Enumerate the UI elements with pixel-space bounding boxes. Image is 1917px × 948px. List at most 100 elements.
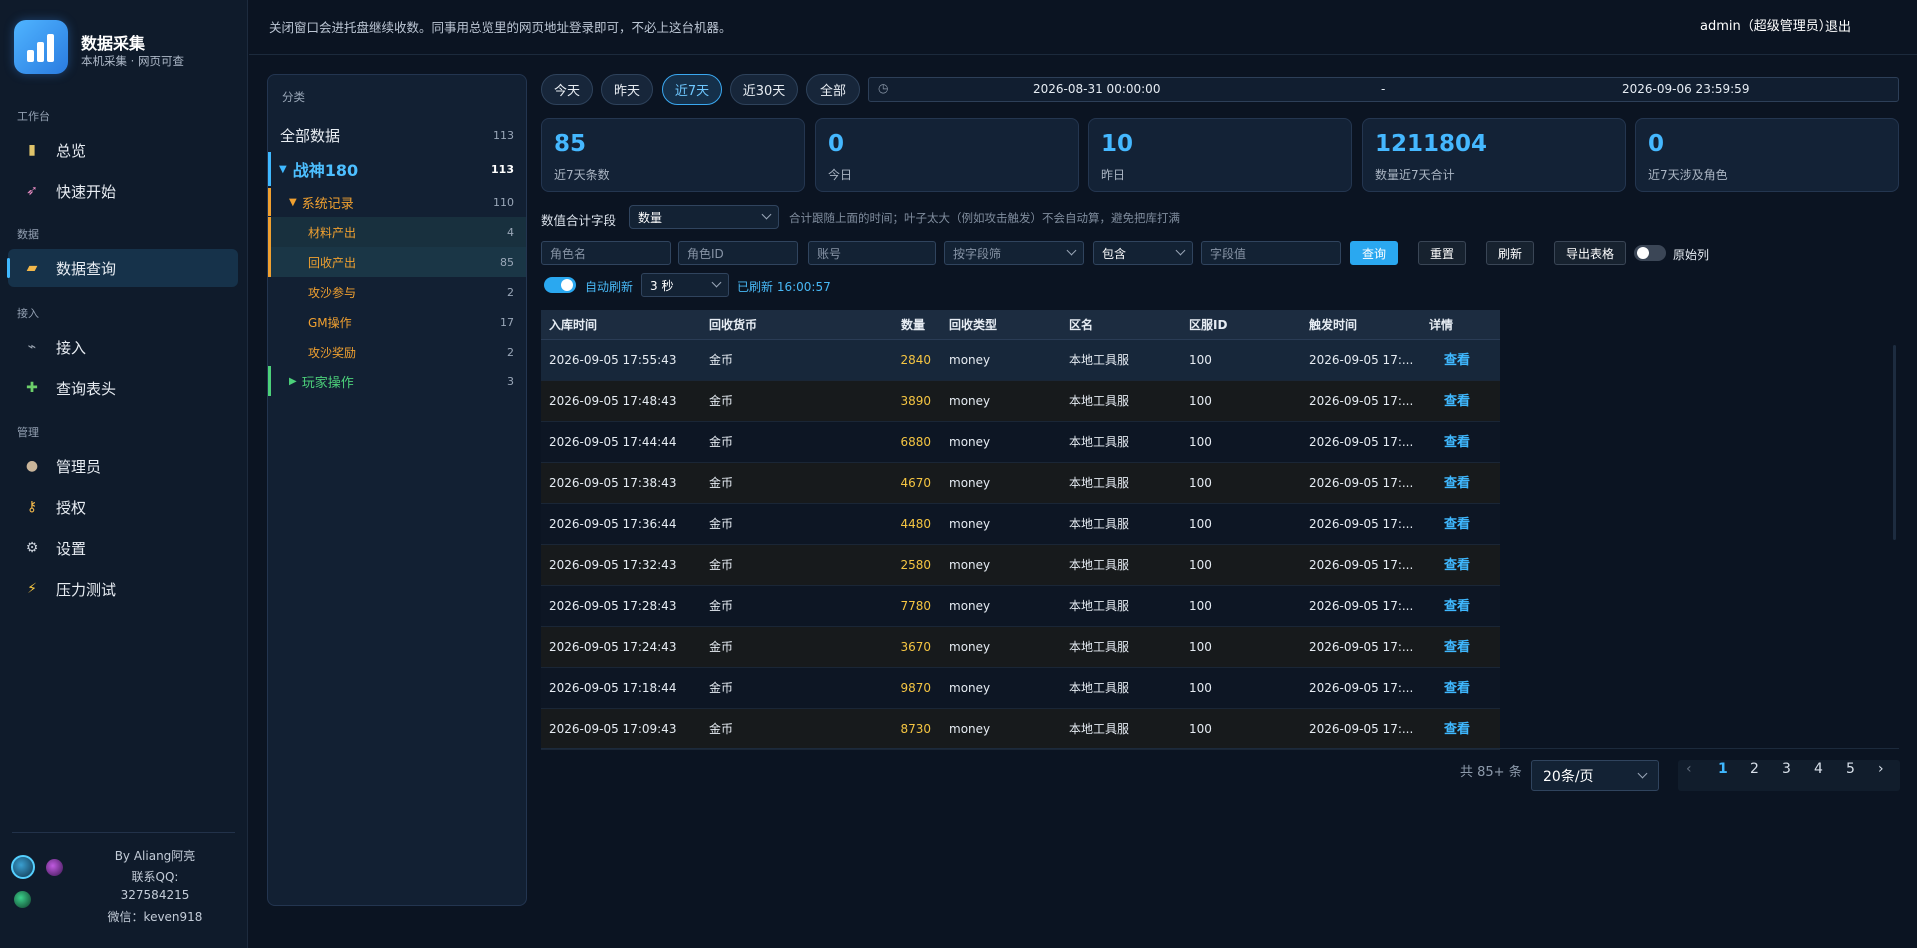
category-item[interactable]: GM操作 17 (268, 307, 526, 337)
category-item-selected[interactable]: 回收产出 85 (268, 247, 526, 277)
category-item[interactable]: 材料产出 4 (268, 217, 526, 247)
table-row[interactable]: 2026-09-05 17:18:44 金币 9870 money 本地工具服 100 20… (541, 668, 1500, 709)
logout-button[interactable]: 退出 (1825, 16, 1851, 35)
page-button[interactable]: 5 (1846, 761, 1855, 777)
page-size-select[interactable]: 20条/页 (1531, 760, 1659, 791)
field-value-input[interactable]: 字段值 (1201, 241, 1341, 265)
section-data: 数据 (17, 228, 39, 241)
category-game[interactable]: ▼ 战神180 113 (268, 152, 526, 186)
cell-zone: 本地工具服 (1069, 722, 1130, 736)
raw-columns-toggle[interactable] (1634, 245, 1666, 261)
theme-green-dot[interactable] (14, 891, 31, 908)
cell-type: money (949, 558, 991, 572)
operator-select[interactable]: 包含 (1093, 241, 1193, 265)
range-last30-button[interactable]: 近30天 (730, 74, 798, 105)
prev-page-button[interactable]: ‹ (1686, 761, 1692, 777)
total-count: 共 85+ 条 (1460, 765, 1522, 780)
table-row[interactable]: 2026-09-05 17:48:43 金币 3890 money 本地工具服 100 20… (541, 381, 1500, 422)
cell-zone-id: 100 (1189, 722, 1212, 736)
date-end[interactable]: 2026-09-06 23:59:59 (1622, 82, 1749, 96)
sidebar-item-overview[interactable]: ▮ 总览 (8, 131, 238, 169)
refresh-button[interactable]: 刷新 (1486, 241, 1534, 265)
cell-zone: 本地工具服 (1069, 681, 1130, 695)
page-button[interactable]: 4 (1814, 761, 1823, 777)
view-detail-link[interactable]: 查看 (1444, 668, 1470, 709)
cell-quantity: 8730 (900, 722, 931, 736)
cell-trigger-time: 2026-09-05 17:... (1309, 722, 1414, 736)
top-bar: 关闭窗口会进托盘继续收数。同事用总览里的网页地址登录即可，不必上这台机器。 ad… (249, 0, 1917, 55)
cell-currency: 金币 (709, 476, 734, 490)
date-range-picker[interactable]: ◷ 2026-08-31 00:00:00 - 2026-09-06 23:59… (868, 77, 1899, 102)
sidebar-item-quickstart[interactable]: ➶ 快速开始 (8, 172, 238, 210)
category-all[interactable]: 全部数据 113 (268, 121, 526, 149)
col-header: 入库时间 (549, 318, 598, 332)
table-row[interactable]: 2026-09-05 17:09:43 金币 8730 money 本地工具服 100 20… (541, 709, 1500, 750)
table-row[interactable]: 2026-09-05 17:55:43 金币 2840 money 本地工具服 100 20… (541, 340, 1500, 381)
reset-button[interactable]: 重置 (1418, 241, 1466, 265)
account-input[interactable]: 账号 (808, 241, 936, 265)
role-id-input[interactable]: 角色ID (678, 241, 798, 265)
refresh-interval-select[interactable]: 3 秒 (641, 273, 729, 297)
field-filter-select[interactable]: 按字段筛 (944, 241, 1084, 265)
sidebar-divider (12, 832, 235, 833)
view-detail-link[interactable]: 查看 (1444, 422, 1470, 463)
credit-wechat: 微信：keven918 (107, 910, 203, 924)
view-detail-link[interactable]: 查看 (1444, 340, 1470, 381)
role-name-input[interactable]: 角色名 (541, 241, 671, 265)
sidebar-item-license[interactable]: ⚷ 授权 (8, 488, 238, 526)
sidebar-item-admin[interactable]: ● 管理员 (8, 447, 238, 485)
table-row[interactable]: 2026-09-05 17:44:44 金币 6880 money 本地工具服 100 20… (541, 422, 1500, 463)
theme-purple-dot[interactable] (46, 859, 63, 876)
category-player[interactable]: ▶ 玩家操作 3 (268, 366, 526, 396)
cell-type: money (949, 640, 991, 654)
cell-quantity: 4480 (900, 517, 931, 531)
page-button-current[interactable]: 1 (1718, 761, 1728, 777)
view-detail-link[interactable]: 查看 (1444, 627, 1470, 668)
page-button[interactable]: 3 (1782, 761, 1791, 777)
view-detail-link[interactable]: 查看 (1444, 463, 1470, 504)
view-detail-link[interactable]: 查看 (1444, 504, 1470, 545)
sidebar-item-stress-test[interactable]: ⚡ 压力测试 (8, 570, 238, 608)
cell-time: 2026-09-05 17:55:43 (549, 353, 677, 367)
range-all-button[interactable]: 全部 (806, 74, 860, 105)
cell-trigger-time: 2026-09-05 17:... (1309, 599, 1414, 613)
cell-time: 2026-09-05 17:09:43 (549, 722, 677, 736)
sidebar-item-access[interactable]: ⌁ 接入 (8, 328, 238, 366)
theme-blue-dot[interactable] (11, 855, 35, 879)
col-header: 详情 (1429, 318, 1454, 332)
range-today-button[interactable]: 今天 (541, 74, 593, 105)
table-row[interactable]: 2026-09-05 17:38:43 金币 4670 money 本地工具服 100 20… (541, 463, 1500, 504)
view-detail-link[interactable]: 查看 (1444, 545, 1470, 586)
sidebar-item-data-query[interactable]: ▰ 数据查询 (7, 249, 238, 287)
view-detail-link[interactable]: 查看 (1444, 709, 1470, 750)
table-row[interactable]: 2026-09-05 17:36:44 金币 4480 money 本地工具服 100 20… (541, 504, 1500, 545)
query-button[interactable]: 查询 (1350, 241, 1398, 265)
date-start[interactable]: 2026-08-31 00:00:00 (1033, 82, 1160, 96)
pagination-divider (541, 748, 1899, 749)
category-item[interactable]: 攻沙奖励 2 (268, 337, 526, 367)
cell-zone-id: 100 (1189, 517, 1212, 531)
export-button[interactable]: 导出表格 (1554, 241, 1626, 265)
cell-currency: 金币 (709, 640, 734, 654)
page-button[interactable]: 2 (1750, 761, 1759, 777)
sum-field-select[interactable]: 数量 (629, 205, 779, 229)
table-row[interactable]: 2026-09-05 17:28:43 金币 7780 money 本地工具服 100 20… (541, 586, 1500, 627)
cell-quantity: 2840 (900, 353, 931, 367)
range-last7-button[interactable]: 近7天 (662, 74, 722, 105)
sum-hint: 合计跟随上面的时间；叶子太大（例如攻击触发）不会自动算，避免把库打满 (789, 211, 1180, 225)
col-header: 区服ID (1189, 318, 1228, 332)
scrollbar[interactable] (1893, 345, 1896, 540)
cell-time: 2026-09-05 17:44:44 (549, 435, 677, 449)
next-page-button[interactable]: › (1878, 761, 1884, 777)
category-item[interactable]: 攻沙参与 2 (268, 277, 526, 307)
table-row[interactable]: 2026-09-05 17:32:43 金币 2580 money 本地工具服 100 20… (541, 545, 1500, 586)
view-detail-link[interactable]: 查看 (1444, 586, 1470, 627)
auto-refresh-toggle[interactable] (544, 277, 576, 293)
sidebar-item-query-header[interactable]: ✚ 查询表头 (8, 369, 238, 407)
sidebar-item-settings[interactable]: ⚙ 设置 (8, 529, 238, 567)
view-detail-link[interactable]: 查看 (1444, 381, 1470, 422)
sidebar: 数据采集 本机采集 · 网页可查 工作台 ▮ 总览 ➶ 快速开始 数据 ▰ 数据查询 … (0, 0, 248, 948)
category-system[interactable]: ▼ 系统记录 110 (268, 188, 526, 216)
table-row[interactable]: 2026-09-05 17:24:43 金币 3670 money 本地工具服 100 20… (541, 627, 1500, 668)
range-yesterday-button[interactable]: 昨天 (601, 74, 653, 105)
